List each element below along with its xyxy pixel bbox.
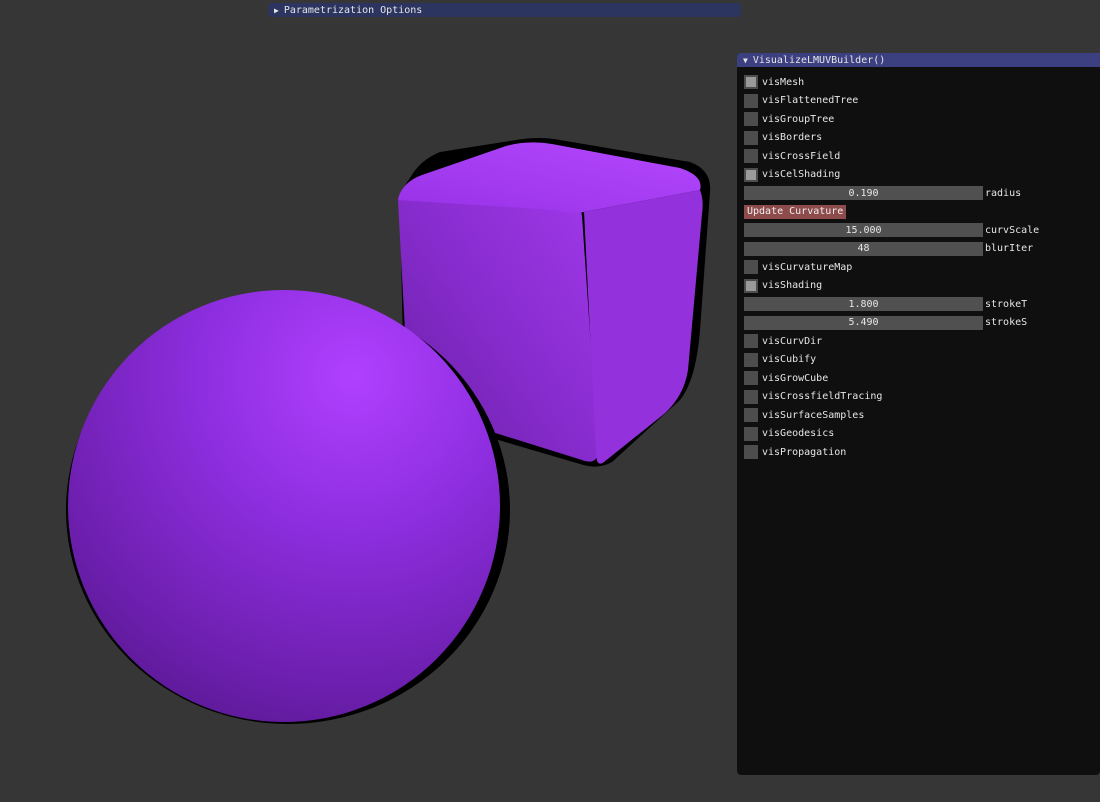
checkbox-vissurfacesamples[interactable] (744, 408, 758, 423)
checkbox-visgeodesics[interactable] (744, 426, 758, 441)
checkbox-row-visshading[interactable]: visShading (744, 277, 1100, 296)
checkbox-viscubify[interactable] (744, 352, 758, 367)
checkbox-row-viscurvaturemap[interactable]: visCurvatureMap (744, 258, 1100, 277)
checkbox-label: visSurfaceSamples (762, 409, 865, 421)
checkbox-row-vispropagation[interactable]: visPropagation (744, 443, 1100, 462)
checkbox-row-visflattenedtree[interactable]: visFlattenedTree (744, 92, 1100, 111)
checkbox-row-viscrossfield[interactable]: visCrossField (744, 147, 1100, 166)
curvscale-row: 15.000 curvScale (744, 221, 1100, 240)
bluriter-row: 48 blurIter (744, 240, 1100, 259)
checkbox-row-viscubify[interactable]: visCubify (744, 351, 1100, 370)
visualize-window-title: VisualizeLMUVBuilder() (752, 54, 886, 66)
curvscale-label: curvScale (985, 224, 1040, 236)
checkbox-viscurvaturemap[interactable] (744, 260, 758, 275)
checkbox-label: visBorders (762, 132, 823, 144)
checkbox-viscurvdir[interactable] (744, 334, 758, 349)
visualize-window: ▼ VisualizeLMUVBuilder() visMesh visFlat… (737, 53, 1100, 775)
checkbox-row-visgrouptree[interactable]: visGroupTree (744, 110, 1100, 129)
checkbox-label: visPropagation (762, 446, 847, 458)
checkbox-vismesh[interactable] (744, 75, 758, 90)
bluriter-label: blurIter (985, 243, 1034, 255)
checkbox-visborders[interactable] (744, 130, 758, 145)
checkbox-label: visGeodesics (762, 428, 835, 440)
stroket-label: strokeT (985, 298, 1028, 310)
checkbox-label: visCrossField (762, 150, 841, 162)
parametrization-options-title: Parametrization Options (283, 4, 423, 16)
checkbox-label: visGroupTree (762, 113, 835, 125)
checkbox-row-visgeodesics[interactable]: visGeodesics (744, 425, 1100, 444)
bluriter-drag-int[interactable]: 48 (744, 241, 983, 256)
checkbox-vispropagation[interactable] (744, 445, 758, 460)
stroket-drag-float[interactable]: 1.800 (744, 297, 983, 312)
checkbox-viscelshading[interactable] (744, 167, 758, 182)
checkbox-visgrowcube[interactable] (744, 371, 758, 386)
checkbox-viscrossfield[interactable] (744, 149, 758, 164)
update-curvature-button[interactable]: Update Curvature (744, 204, 847, 219)
parametrization-options-header[interactable]: ▶ Parametrization Options (268, 3, 741, 17)
expanded-arrow-icon: ▼ (743, 55, 748, 65)
collapsed-arrow-icon: ▶ (274, 5, 279, 15)
checkbox-visshading[interactable] (744, 278, 758, 293)
strokes-label: strokeS (985, 317, 1028, 329)
checkbox-label: visShading (762, 280, 823, 292)
checkbox-visgrouptree[interactable] (744, 112, 758, 127)
checkbox-viscrossfieldtracing[interactable] (744, 389, 758, 404)
checkbox-row-visgrowcube[interactable]: visGrowCube (744, 369, 1100, 388)
checkbox-label: visCelShading (762, 169, 841, 181)
checkbox-row-vismesh[interactable]: visMesh (744, 73, 1100, 92)
checkbox-row-viscrossfieldtracing[interactable]: visCrossfieldTracing (744, 388, 1100, 407)
radius-drag-float[interactable]: 0.190 (744, 186, 983, 201)
checkbox-label: visCurvDir (762, 335, 823, 347)
strokes-row: 5.490 strokeS (744, 314, 1100, 333)
checkbox-label: visCubify (762, 354, 817, 366)
checkbox-row-viscurvdir[interactable]: visCurvDir (744, 332, 1100, 351)
stroket-row: 1.800 strokeT (744, 295, 1100, 314)
checkbox-label: visMesh (762, 76, 805, 88)
checkbox-label: visCurvatureMap (762, 261, 853, 273)
checkbox-label: visCrossfieldTracing (762, 391, 883, 403)
checkbox-visflattenedtree[interactable] (744, 93, 758, 108)
checkbox-row-vissurfacesamples[interactable]: visSurfaceSamples (744, 406, 1100, 425)
update-curvature-row: Update Curvature (744, 203, 1100, 222)
checkbox-label: visGrowCube (762, 372, 829, 384)
strokes-drag-float[interactable]: 5.490 (744, 315, 983, 330)
checkbox-row-visborders[interactable]: visBorders (744, 129, 1100, 148)
radius-row: 0.190 radius (744, 184, 1100, 203)
visualize-window-header[interactable]: ▼ VisualizeLMUVBuilder() (737, 53, 1100, 67)
curvscale-drag-float[interactable]: 15.000 (744, 223, 983, 238)
checkbox-row-viscelshading[interactable]: visCelShading (744, 166, 1100, 185)
checkbox-label: visFlattenedTree (762, 95, 859, 107)
radius-label: radius (985, 187, 1022, 199)
